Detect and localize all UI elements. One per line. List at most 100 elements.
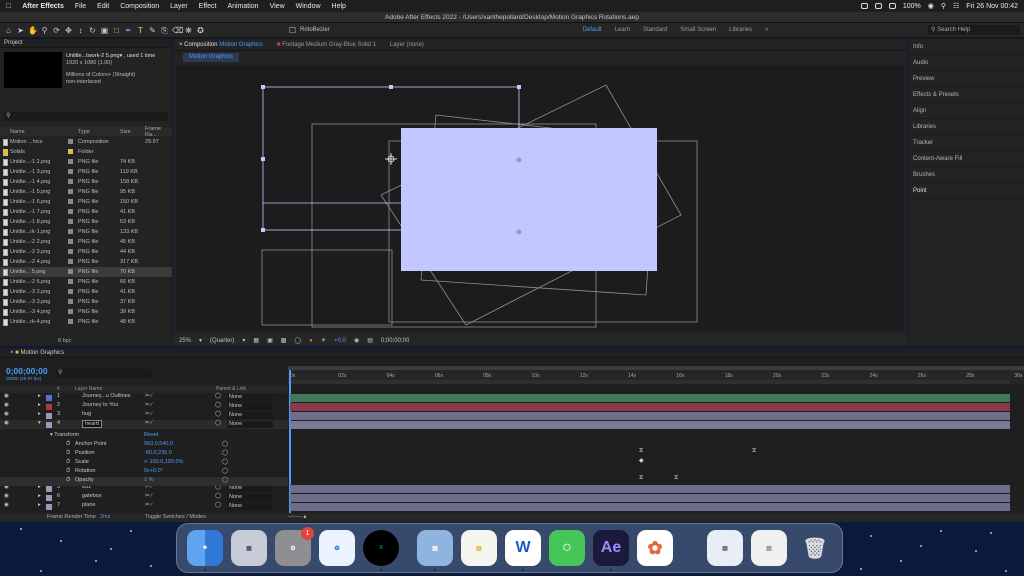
battery-icon[interactable] <box>888 3 896 9</box>
project-item[interactable]: Untitle...-3 3.png PNG file 37 KB <box>0 297 172 307</box>
project-item[interactable]: Untitle...-2 2.png PNG file 45 KB <box>0 237 172 247</box>
switches-icon[interactable]: ✂ ∕ <box>145 393 152 399</box>
pickwhip-icon[interactable]: ◯ <box>215 420 221 426</box>
expression-icon[interactable]: ◯ <box>222 459 228 465</box>
snapshot-icon[interactable]: ◉ <box>354 337 359 344</box>
label-color-swatch[interactable] <box>68 279 73 284</box>
bluetooth-icon[interactable] <box>874 3 882 9</box>
after-effects-icon[interactable]: Ae <box>593 530 629 566</box>
rotate-tool-icon[interactable]: ↻ <box>88 26 97 35</box>
search-icon[interactable]: ⚲ <box>941 2 946 10</box>
property-value[interactable]: ∞ 100.0,100.0% <box>144 459 183 465</box>
layer-name[interactable]: Journey to You <box>82 402 118 408</box>
visibility-eye-icon[interactable]: ◉ <box>4 411 9 417</box>
layer-name[interactable]: gatebox <box>82 493 102 499</box>
wifi-icon[interactable]: ◉ <box>928 2 934 10</box>
label-color-swatch[interactable] <box>68 209 73 214</box>
panel-point[interactable]: Point <box>908 183 1024 199</box>
layer-row[interactable]: ◉ ▸ 1 Journey...u Outlines ✂ ∕ ◯ None <box>0 393 288 402</box>
transform-group[interactable]: ▾ Transform <box>50 432 79 438</box>
parent-dropdown[interactable]: None <box>227 485 273 492</box>
bpc-label[interactable]: 8 bpc <box>58 338 71 344</box>
parent-dropdown[interactable]: None <box>227 394 273 401</box>
layer-duration-bar[interactable] <box>290 402 1010 411</box>
project-item[interactable]: Untitle... 5.png PNG file 70 KB <box>0 267 172 277</box>
tab-composition[interactable]: × Composition Motion Graphics <box>179 42 263 48</box>
expand-chevron-icon[interactable]: ▸ <box>38 502 41 508</box>
pen-tool-icon[interactable]: ✒ <box>124 26 133 35</box>
menu-effect[interactable]: Effect <box>199 3 217 10</box>
layer-name[interactable]: Journey...u Outlines <box>82 393 131 399</box>
label-color-swatch[interactable] <box>68 259 73 264</box>
documents-stack-icon[interactable]: ▤ <box>751 530 787 566</box>
property-position[interactable]: ⏱ Position -80.0,235.0 ◯ <box>0 450 288 459</box>
workspace-default[interactable]: Default <box>583 27 602 33</box>
project-item[interactable]: Untitle...rk-1.png PNG file 133 KB <box>0 227 172 237</box>
label-color-swatch[interactable] <box>68 299 73 304</box>
project-item[interactable]: Untitle...-1 7.png PNG file 41 KB <box>0 207 172 217</box>
expression-icon[interactable]: ◯ <box>222 477 228 483</box>
label-color-swatch[interactable] <box>68 229 73 234</box>
project-item[interactable]: Solids Folder <box>0 147 172 157</box>
parent-dropdown[interactable]: None <box>227 503 273 510</box>
panel-align[interactable]: Align <box>908 103 1024 119</box>
property-opacity[interactable]: ⏱ Opacity 1 % ◯ <box>0 477 288 486</box>
panel-effects-presets[interactable]: Effects & Presets <box>908 87 1024 103</box>
tab-footage[interactable]: ■ Footage Medium Gray-Blue Solid 1 <box>277 42 376 48</box>
layer-label-color[interactable] <box>46 394 52 401</box>
downloads-stack-icon[interactable]: ▤ <box>707 530 743 566</box>
visibility-eye-icon[interactable]: ◉ <box>4 393 9 399</box>
layer-label-color[interactable] <box>46 503 52 510</box>
exposure-icon[interactable]: ☀ <box>321 337 326 344</box>
parent-dropdown[interactable]: None <box>227 403 273 410</box>
project-panel-title[interactable]: Project <box>0 39 172 48</box>
expression-icon[interactable]: ◯ <box>222 441 228 447</box>
layer-duration-bar[interactable] <box>290 484 1010 493</box>
menu-view[interactable]: View <box>270 3 285 10</box>
col-type[interactable]: Type <box>78 129 90 135</box>
viewer-timecode[interactable]: 0;00;00;00 <box>381 338 409 344</box>
toggle-switches-modes[interactable]: Toggle Switches / Modes <box>145 514 206 520</box>
brush-tool-icon[interactable]: ✎ <box>148 26 157 35</box>
expression-icon[interactable]: ◯ <box>222 450 228 456</box>
label-color-swatch[interactable] <box>68 169 73 174</box>
apple-icon[interactable]:  <box>6 3 11 10</box>
type-tool-icon[interactable]: T <box>136 26 145 35</box>
label-color-swatch[interactable] <box>68 159 73 164</box>
eraser-tool-icon[interactable]: ⌫ <box>172 26 183 35</box>
zoom-dropdown[interactable]: 25% <box>179 338 191 344</box>
visibility-eye-icon[interactable]: ◉ <box>4 420 9 426</box>
control-center-icon[interactable]: ☷ <box>953 2 959 10</box>
property-value[interactable]: 1 % <box>144 477 153 483</box>
label-color-swatch[interactable] <box>68 179 73 184</box>
color-icon[interactable]: ● <box>309 338 313 344</box>
project-item[interactable]: Untitle...-1 5.png PNG file 95 KB <box>0 187 172 197</box>
layer-row[interactable]: ◉ ▸ 7 plane ✂ ∕ ◯ None <box>0 502 288 511</box>
workspace-standard[interactable]: Standard <box>643 27 667 33</box>
property-value[interactable]: 0x+0.0° <box>144 468 163 474</box>
messages-icon[interactable]: ○ <box>549 530 585 566</box>
layer-row[interactable]: ◉ ▸ 6 gatebox ✂ ∕ ◯ None <box>0 493 288 502</box>
project-item[interactable]: Untitle...-1 6.png PNG file 150 KB <box>0 197 172 207</box>
show-snapshot-icon[interactable]: ▤ <box>367 337 373 344</box>
pickwhip-icon[interactable]: ◯ <box>215 402 221 408</box>
workspace-small-screen[interactable]: Small Screen <box>680 27 716 33</box>
clock[interactable]: Fri 26 Nov 00:42 <box>966 3 1018 10</box>
stopwatch-icon[interactable]: ⏱ <box>66 441 70 448</box>
layer-label-color[interactable] <box>46 412 52 419</box>
pickwhip-icon[interactable]: ◯ <box>215 493 221 499</box>
timeline-title[interactable]: Motion Graphics <box>20 350 64 356</box>
search-help-input[interactable]: ⚲ Search Help <box>928 25 1020 35</box>
label-color-swatch[interactable] <box>68 199 73 204</box>
switches-icon[interactable]: ✂ ∕ <box>145 411 152 417</box>
parent-dropdown[interactable]: None <box>227 421 273 428</box>
region-icon[interactable]: ▣ <box>267 337 273 344</box>
project-item[interactable]: Untitle...-1 4.png PNG file 158 KB <box>0 177 172 187</box>
scale-keyframe[interactable]: ◆ <box>639 457 644 464</box>
panel-audio[interactable]: Audio <box>908 55 1024 71</box>
grid-icon[interactable]: ▦ <box>253 337 259 344</box>
pickwhip-icon[interactable]: ◯ <box>215 411 221 417</box>
workspace-libraries[interactable]: Libraries <box>729 27 752 33</box>
stopwatch-icon[interactable]: ⏱ <box>66 459 70 466</box>
mask-icon[interactable]: ◯ <box>294 337 301 344</box>
